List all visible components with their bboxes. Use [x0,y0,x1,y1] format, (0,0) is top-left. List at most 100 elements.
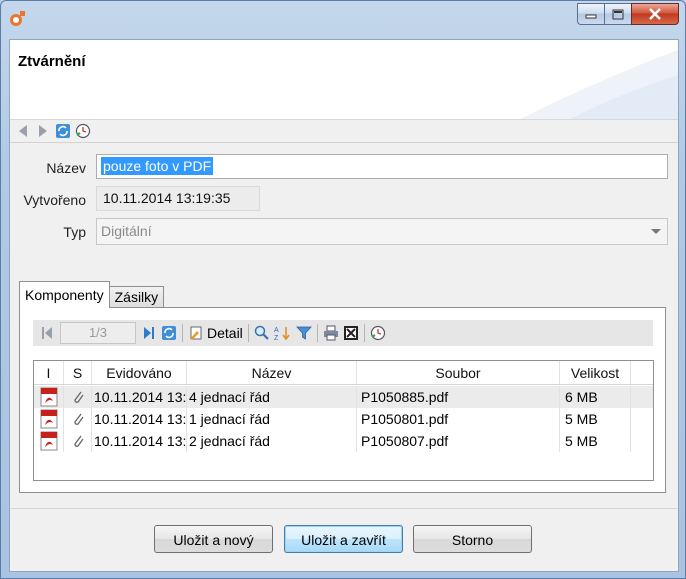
table-row[interactable]: 10.11.2014 13: 4 jednací řád P1050885.pd… [34,386,653,408]
history-button[interactable] [74,122,92,140]
paperclip-icon [73,435,84,447]
maximize-button[interactable] [604,3,631,25]
cell-nazev: 4 jednací řád [187,386,357,408]
attachment-cell [64,430,92,452]
cell-filler [631,386,653,408]
close-button[interactable] [631,3,679,25]
print-icon [323,325,338,341]
cell-soubor: P1050801.pdf [357,408,560,430]
app-icon [10,11,25,26]
svg-text:A: A [274,327,279,334]
grid-toolbar: 1/3 Detail AZ [33,320,653,346]
save-new-button[interactable]: Uložit a nový [154,525,273,553]
column-header-soubor[interactable]: Soubor [357,361,560,384]
paperclip-icon [73,391,84,403]
created-label: Vytvořeno [23,192,86,208]
column-header-filler [631,361,653,384]
back-arrow-icon [19,125,27,137]
dialog-client-area: Ztvárnění Název pouze foto v PDF Vytvoře… [9,39,679,572]
back-button[interactable] [14,122,32,140]
name-field-value: pouze foto v PDF [101,157,214,175]
pdf-icon-cell [34,430,64,452]
page-indicator[interactable]: 1/3 [60,322,136,344]
history-icon [370,325,385,341]
tab-strip: Komponenty Zásilky [19,281,165,308]
sort-az-icon: AZ [274,327,290,341]
column-header-s[interactable]: S [64,361,92,384]
detail-icon [190,326,202,340]
last-page-button[interactable] [139,322,159,344]
paperclip-icon [73,413,84,425]
filter-icon [295,326,312,340]
save-close-button[interactable]: Uložit a zavřít [284,525,403,553]
grid-header-row: I S Evidováno Název Soubor Velikost [34,361,653,385]
name-field[interactable]: pouze foto v PDF [96,154,668,179]
sort-button[interactable]: AZ [272,322,294,344]
cell-filler [631,408,653,430]
title-bar[interactable] [1,1,685,39]
cell-velikost: 5 MB [560,430,631,452]
components-grid: I S Evidováno Název Soubor Velikost 10.1 [33,360,654,481]
minimize-icon [585,14,597,19]
cell-soubor: P1050885.pdf [357,386,560,408]
dialog-window: Ztvárnění Název pouze foto v PDF Vytvoře… [0,0,686,579]
name-label: Název [46,160,86,176]
column-header-velikost[interactable]: Velikost [560,361,631,384]
pdf-icon [40,387,57,407]
cell-evidovano: 10.11.2014 13: [92,408,187,430]
toolbar-separator [316,324,318,342]
maximize-icon [612,9,624,19]
cancel-button[interactable]: Storno [413,525,532,553]
tab-zasilky[interactable]: Zásilky [108,286,165,308]
history-icon [75,123,91,139]
cell-filler [631,430,653,452]
export-button[interactable] [341,322,361,344]
refresh-icon [162,326,176,340]
grid-refresh-button[interactable] [159,322,179,344]
attachment-cell [64,386,92,408]
detail-button[interactable]: Detail [186,322,245,344]
pdf-icon-cell [34,386,64,408]
close-icon [649,8,661,20]
toolbar-separator [182,324,183,342]
last-page-icon [144,327,154,339]
attachment-cell [64,408,92,430]
chevron-down-icon [651,229,661,234]
header-decoration [520,50,678,119]
separator [10,142,678,143]
filter-button[interactable] [294,322,314,344]
refresh-button[interactable] [54,122,72,140]
cell-nazev: 2 jednací řád [187,430,357,452]
search-icon [254,325,269,340]
tab-panel-komponenty: 1/3 Detail AZ I S Evidováno Název Soubor… [19,307,666,493]
column-header-nazev[interactable]: Název [187,361,357,384]
cell-nazev: 1 jednací řád [187,408,357,430]
type-select-value: Digitální [101,223,152,239]
first-page-button[interactable] [37,322,57,344]
forward-button[interactable] [34,122,52,140]
export-excel-icon [343,326,358,340]
column-header-evidovano[interactable]: Evidováno [92,361,187,384]
cell-velikost: 6 MB [560,386,631,408]
pdf-icon [40,431,57,451]
created-value: 10.11.2014 13:19:35 [96,186,260,211]
table-row[interactable]: 10.11.2014 13: 1 jednací řád P1050801.pd… [34,408,653,430]
footer-separator [10,508,678,509]
toolbar-separator [247,324,249,342]
tab-komponenty[interactable]: Komponenty [19,281,110,308]
print-button[interactable] [321,322,341,344]
search-button[interactable] [252,322,272,344]
column-header-i[interactable]: I [34,361,64,384]
navigation-bar [10,120,678,142]
type-select[interactable]: Digitální [96,218,668,245]
cell-velikost: 5 MB [560,408,631,430]
svg-text:Z: Z [274,335,279,341]
cell-evidovano: 10.11.2014 13: [92,386,187,408]
grid-history-button[interactable] [368,322,388,344]
pdf-icon [40,409,57,429]
type-label: Typ [63,224,86,240]
refresh-icon [56,124,70,138]
table-row[interactable]: 10.11.2014 13: 2 jednací řád P1050807.pd… [34,430,653,452]
cell-soubor: P1050807.pdf [357,430,560,452]
minimize-button[interactable] [577,3,604,25]
